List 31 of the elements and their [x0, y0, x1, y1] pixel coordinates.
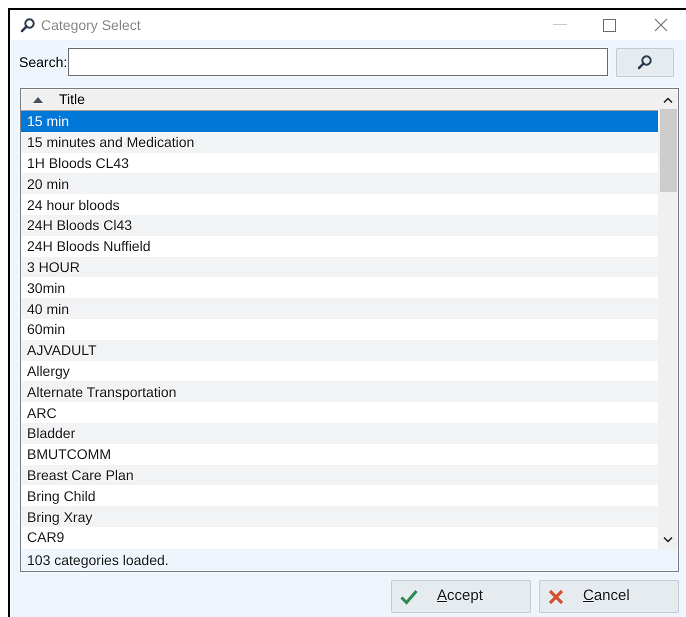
status-text: 103 categories loaded. [27, 550, 169, 570]
list-row[interactable]: 1H Bloods CL43 [21, 152, 658, 174]
search-icon [20, 17, 36, 33]
scroll-down-icon[interactable] [663, 537, 673, 543]
list-row[interactable]: Bladder [21, 422, 658, 444]
list-row[interactable]: 3 HOUR [21, 256, 658, 278]
list-row[interactable]: 40 min [21, 298, 658, 319]
list-row[interactable]: AJVADULT [21, 340, 658, 361]
cancel-button[interactable]: Cancel [539, 580, 679, 613]
cross-icon [548, 588, 564, 604]
search-label: Search: [19, 52, 68, 72]
window-title: Category Select [41, 16, 141, 35]
search-field[interactable] [68, 48, 608, 76]
list-row[interactable]: 15 minutes and Medication [21, 132, 658, 153]
close-icon[interactable] [654, 18, 668, 32]
accept-button[interactable]: Accept [391, 580, 531, 613]
column-header[interactable]: Title [21, 89, 658, 111]
maximize-icon[interactable] [603, 18, 616, 32]
scroll-thumb[interactable] [660, 109, 676, 192]
search-icon [637, 54, 654, 70]
list-row[interactable]: 15 min [21, 111, 658, 132]
search-button[interactable] [616, 48, 674, 76]
list-row[interactable]: 20 min [21, 173, 658, 194]
scroll-up-icon[interactable] [663, 97, 673, 103]
list-row[interactable]: 24H Bloods Cl43 [21, 214, 658, 236]
list-row[interactable]: Alternate Transportation [21, 381, 658, 402]
scrollbar[interactable] [658, 89, 678, 549]
list-row[interactable]: Bring Xray [21, 506, 658, 527]
list-row[interactable]: Breast Care Plan [21, 464, 658, 486]
list-row[interactable]: Allergy [21, 360, 658, 382]
check-icon [400, 588, 418, 604]
